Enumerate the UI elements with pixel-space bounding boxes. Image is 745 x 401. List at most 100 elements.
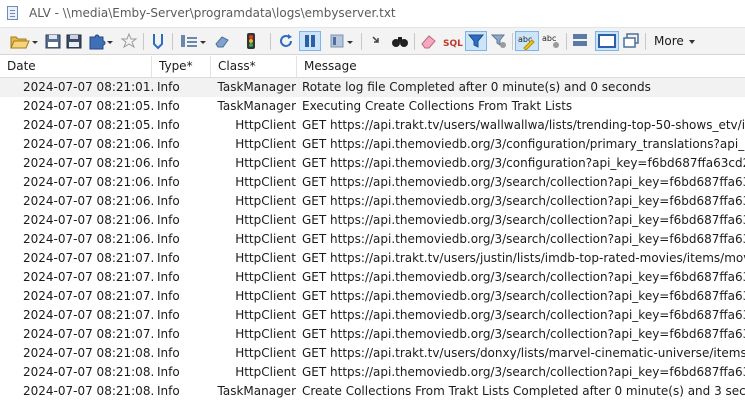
toolbar-separator [414, 33, 415, 50]
table-row[interactable]: 2024-07-07 08:21:01.901 Info TaskManager Ro… [0, 78, 745, 97]
type-cell: Info [157, 213, 180, 227]
class-cell: HttpClient [235, 308, 296, 322]
save-as-icon[interactable] [65, 31, 83, 51]
date-cell: 2024-07-07 08:21:06.630 [23, 194, 153, 208]
open-folder-icon[interactable] [8, 31, 40, 51]
column-header-row: Date Type* Class* Message [0, 56, 745, 78]
message-cell: GET https://api.themoviedb.org/3/search/… [302, 289, 745, 303]
message-cell: Create Collections From Trakt Lists Comp… [302, 384, 745, 398]
table-row[interactable]: 2024-07-07 08:21:06.271 Info HttpClient GET… [0, 135, 745, 154]
type-cell: Info [157, 137, 180, 151]
pause-icon[interactable] [299, 31, 321, 51]
class-cell: HttpClient [235, 213, 296, 227]
column-header-class[interactable]: Class* [211, 56, 297, 77]
layout-icon[interactable] [570, 31, 590, 51]
type-cell: Info [157, 346, 180, 360]
svg-text:SQL: SQL [443, 39, 463, 49]
type-cell: Info [157, 156, 180, 170]
bookmark-icon[interactable] [328, 31, 356, 51]
table-row[interactable]: 2024-07-07 08:21:06.630 Info HttpClient GET… [0, 192, 745, 211]
class-cell: HttpClient [235, 156, 296, 170]
toolbar-separator [172, 33, 173, 50]
column-header-date[interactable]: Date [0, 56, 152, 77]
goto-icon[interactable] [368, 31, 388, 51]
message-cell: GET https://api.trakt.tv/users/donxy/lis… [302, 346, 745, 360]
table-row[interactable]: 2024-07-07 08:21:07.233 Info HttpClient GET… [0, 249, 745, 268]
message-cell: GET https://api.themoviedb.org/3/search/… [302, 175, 745, 189]
filter-funnel-icon[interactable] [149, 31, 167, 51]
log-rows: 2024-07-07 08:21:01.901 Info TaskManager Ro… [0, 78, 745, 401]
toolbar-separator [143, 33, 144, 50]
erase-icon[interactable] [212, 31, 232, 51]
column-header-type[interactable]: Type* [152, 56, 211, 77]
table-row[interactable]: 2024-07-07 08:21:08.509 Info HttpClient GET… [0, 344, 745, 363]
find-binoculars-icon[interactable] [390, 31, 410, 51]
log-grid: Date Type* Class* Message 2024-07-07 08:… [0, 56, 745, 401]
type-cell: Info [157, 289, 180, 303]
type-cell: Info [157, 308, 180, 322]
message-cell: GET https://api.themoviedb.org/3/search/… [302, 327, 745, 341]
columns-icon[interactable] [178, 31, 208, 51]
date-cell: 2024-07-07 08:21:06.271 [23, 137, 153, 151]
date-cell: 2024-07-07 08:21:07.575 [23, 270, 153, 284]
table-row[interactable]: 2024-07-07 08:21:06.513 Info HttpClient GET… [0, 173, 745, 192]
date-cell: 2024-07-07 08:21:06.398 [23, 156, 153, 170]
table-row[interactable]: 2024-07-07 08:21:07.892 Info HttpClient GET… [0, 325, 745, 344]
date-cell: 2024-07-07 08:21:01.901 [23, 80, 153, 94]
filter-icon[interactable] [465, 31, 487, 51]
class-cell: HttpClient [235, 289, 296, 303]
class-cell: TaskManager [217, 99, 297, 113]
table-row[interactable]: 2024-07-07 08:21:08.708 Info HttpClient GET… [0, 363, 745, 382]
traffic-light-icon[interactable] [241, 31, 261, 51]
message-cell: GET https://api.themoviedb.org/3/search/… [302, 365, 745, 379]
table-row[interactable]: 2024-07-07 08:21:05.682 Info TaskManager Ex… [0, 97, 745, 116]
type-cell: Info [157, 270, 180, 284]
column-header-message[interactable]: Message [297, 56, 745, 77]
date-cell: 2024-07-07 08:21:06.841 [23, 232, 153, 246]
class-cell: HttpClient [235, 175, 296, 189]
table-row[interactable]: 2024-07-07 08:21:05.986 Info HttpClient GET… [0, 116, 745, 135]
filter-settings-icon[interactable] [489, 31, 509, 51]
table-row[interactable]: 2024-07-07 08:21:07.677 Info HttpClient GET… [0, 287, 745, 306]
eraser-icon[interactable] [419, 31, 439, 51]
toolbar: SQL abc abc More [0, 27, 745, 55]
type-cell: Info [157, 251, 180, 265]
type-cell: Info [157, 327, 180, 341]
class-cell: HttpClient [235, 365, 296, 379]
class-cell: HttpClient [235, 232, 296, 246]
window-icon[interactable] [595, 31, 619, 51]
message-cell: GET https://api.themoviedb.org/3/configu… [302, 137, 745, 151]
table-row[interactable]: 2024-07-07 08:21:08.808 Info TaskManager Cr… [0, 382, 745, 401]
table-row[interactable]: 2024-07-07 08:21:07.575 Info HttpClient GET… [0, 268, 745, 287]
date-cell: 2024-07-07 08:21:07.892 [23, 327, 153, 341]
sql-icon[interactable]: SQL [442, 31, 464, 51]
date-cell: 2024-07-07 08:21:08.509 [23, 346, 153, 360]
restore-windows-icon[interactable] [621, 31, 641, 51]
save-icon[interactable] [44, 31, 62, 51]
message-cell: GET https://api.trakt.tv/users/justin/li… [302, 251, 745, 265]
message-cell: GET https://api.themoviedb.org/3/configu… [302, 156, 745, 170]
table-row[interactable]: 2024-07-07 08:21:06.730 Info HttpClient GET… [0, 211, 745, 230]
highlight-settings-icon[interactable]: abc [541, 31, 563, 51]
class-cell: HttpClient [235, 270, 296, 284]
title-bar: ALV - \\media\Emby-Server\programdata\lo… [0, 0, 745, 27]
date-cell: 2024-07-07 08:21:07.677 [23, 289, 153, 303]
type-cell: Info [157, 232, 180, 246]
date-cell: 2024-07-07 08:21:05.682 [23, 99, 153, 113]
refresh-icon[interactable] [276, 31, 296, 51]
favorite-star-icon[interactable] [119, 31, 139, 51]
type-cell: Info [157, 99, 180, 113]
message-cell: GET https://api.themoviedb.org/3/search/… [302, 232, 745, 246]
more-menu-button[interactable]: More [648, 32, 695, 50]
date-cell: 2024-07-07 08:21:07.233 [23, 251, 153, 265]
class-cell: HttpClient [235, 251, 296, 265]
plugin-icon[interactable] [87, 31, 113, 51]
table-row[interactable]: 2024-07-07 08:21:06.398 Info HttpClient GET… [0, 154, 745, 173]
highlight-icon[interactable]: abc [515, 31, 539, 51]
type-cell: Info [157, 80, 180, 94]
class-cell: TaskManager [217, 384, 297, 398]
table-row[interactable]: 2024-07-07 08:21:07.779 Info HttpClient GET… [0, 306, 745, 325]
window-title: ALV - \\media\Emby-Server\programdata\lo… [29, 6, 396, 20]
toolbar-separator [512, 33, 513, 50]
table-row[interactable]: 2024-07-07 08:21:06.841 Info HttpClient GET… [0, 230, 745, 249]
